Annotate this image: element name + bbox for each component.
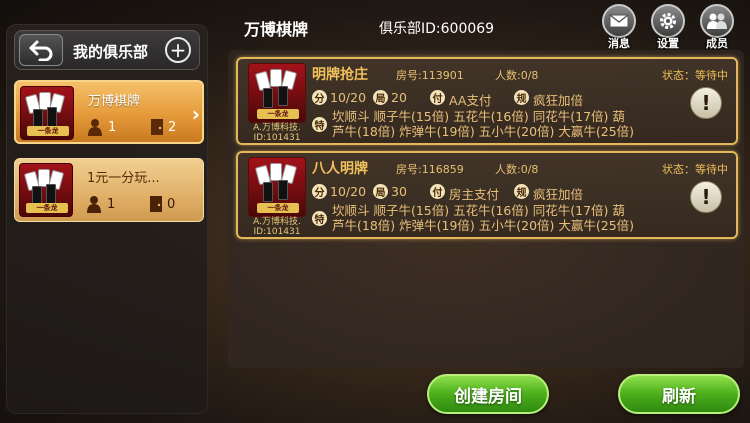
room-name: 明牌抢庄 [312,67,368,83]
members-button[interactable]: 成员 [698,4,736,50]
room-rounds: 30 [391,184,407,199]
room-status: 状态：等待中 [662,163,728,176]
room-thumbnail: 一条龙 [248,157,306,217]
club-thumbnail: 一条龙 [20,86,74,140]
creator-name: A.万博科技. [253,217,301,227]
plus-icon: + [169,38,187,62]
room-description: 坎顺斗 顺子牛(15倍) 五花牛(16倍) 同花牛(17倍) 葫 芦牛(18倍)… [332,109,682,139]
desc-line-1: 坎顺斗 顺子牛(15倍) 五花牛(16倍) 同花牛(17倍) 葫 [332,109,625,124]
settings-button[interactable]: 设置 [649,4,687,50]
back-arrow-icon [29,40,53,61]
pay-tag: 付 [430,90,445,105]
room-door-icon [150,196,162,212]
room-number: 房号:113901 [396,69,464,82]
rule-tag: 规 [514,90,529,105]
thumb-banner: 一条龙 [27,126,69,136]
room-rule: 疯狂加倍 [533,187,584,202]
club-name: 1元一分玩... [87,171,160,186]
gear-icon [660,13,676,29]
pay-tag: 付 [430,184,445,199]
room-name: 八人明牌 [312,161,368,177]
club-name: 万博棋牌 [88,94,141,109]
score-tag: 分 [312,90,327,105]
room-score: 10/20 [330,184,367,199]
creator-id: ID:101431 [253,227,301,237]
club-item-wanbo[interactable]: 一条龙 万博棋牌 1 2 › [14,80,204,144]
room-card[interactable]: 一条龙 A.万博科技. ID:101431 八人明牌 房号:116859 人数:… [236,151,738,239]
room-rule: 疯狂加倍 [533,93,584,108]
members-label: 成员 [706,37,728,50]
club-id: 俱乐部ID:600069 [379,21,495,37]
member-count: 1 [107,197,116,212]
club-item-yiyuan[interactable]: 一条龙 1元一分玩... 1 0 [14,158,204,222]
creator-name: A.万博科技. [253,123,301,133]
room-count: 0 [167,197,176,212]
room-door-icon [151,119,163,135]
thumb-banner: 一条龙 [257,203,299,213]
room-player-count: 人数:0/8 [495,163,539,176]
room-creator: A.万博科技. ID:101431 [242,123,312,143]
exclamation-icon: ! [701,91,711,115]
add-club-button[interactable]: + [165,37,191,63]
mail-icon [609,14,629,28]
room-number: 房号:116859 [396,163,464,176]
room-score: 10/20 [330,90,367,105]
members-icon [707,13,727,29]
club-title: 万博棋牌 [244,20,309,39]
member-icon [87,196,101,213]
room-info-button[interactable]: ! [690,87,722,119]
exclamation-icon: ! [701,185,711,209]
thumb-banner: 一条龙 [26,203,68,213]
rule-tag: 规 [514,184,529,199]
desc-line-2: 芦牛(18倍) 炸弹牛(19倍) 五小牛(20倍) 大赢牛(25倍) [332,124,635,139]
settings-label: 设置 [657,37,679,50]
room-status: 状态：等待中 [662,69,728,82]
desc-line-2: 芦牛(18倍) 炸弹牛(19倍) 五小牛(20倍) 大赢牛(25倍) [332,218,635,233]
room-pay: AA支付 [449,93,492,108]
special-tag: 特 [312,117,327,132]
room-description: 坎顺斗 顺子牛(15倍) 五花牛(16倍) 同花牛(17倍) 葫 芦牛(18倍)… [332,203,682,233]
back-button[interactable] [19,34,63,66]
room-rounds: 20 [391,90,407,105]
room-info-button[interactable]: ! [690,181,722,213]
club-sidebar: 我的俱乐部 + 一条龙 万博棋牌 1 2 › 一条龙 1元一分玩... 1 0 [6,24,208,414]
score-tag: 分 [312,184,327,199]
thumb-banner: 一条龙 [257,109,299,119]
special-tag: 特 [312,211,327,226]
room-pay: 房主支付 [449,187,500,202]
message-label: 消息 [608,37,630,50]
room-creator: A.万博科技. ID:101431 [242,217,312,237]
refresh-button[interactable]: 刷新 [618,374,740,414]
message-button[interactable]: 消息 [600,4,638,50]
member-count: 1 [108,120,117,135]
room-player-count: 人数:0/8 [495,69,539,82]
creator-id: ID:101431 [253,133,301,143]
member-icon [88,119,102,136]
chevron-right-icon: › [191,102,200,126]
desc-line-1: 坎顺斗 顺子牛(15倍) 五花牛(16倍) 同花牛(17倍) 葫 [332,203,625,218]
sidebar-header: 我的俱乐部 + [14,30,200,70]
sidebar-title: 我的俱乐部 [73,43,149,61]
create-room-button[interactable]: 创建房间 [427,374,549,414]
club-thumbnail: 一条龙 [19,163,73,217]
room-count: 2 [168,120,177,135]
rounds-tag: 局 [373,90,388,105]
room-card[interactable]: 一条龙 A.万博科技. ID:101431 明牌抢庄 房号:113901 人数:… [236,57,738,145]
room-thumbnail: 一条龙 [248,63,306,123]
rounds-tag: 局 [373,184,388,199]
